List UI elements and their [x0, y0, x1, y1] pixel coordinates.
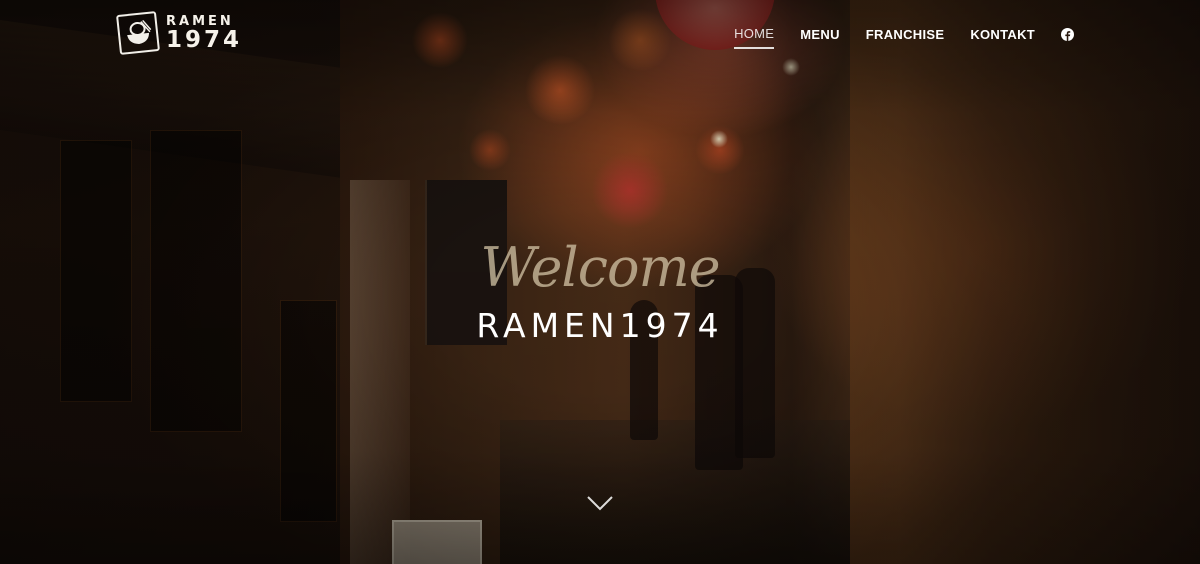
logo-wordmark: RAMEN 1974	[166, 15, 242, 52]
ramen-bowl-icon	[116, 11, 160, 55]
logo-line-year: 1974	[166, 26, 243, 53]
nav-item-kontakt[interactable]: KONTAKT	[970, 27, 1035, 48]
nav-item-home[interactable]: HOME	[734, 26, 775, 49]
facebook-icon[interactable]	[1061, 28, 1074, 41]
hero-welcome-script: Welcome	[480, 236, 720, 299]
nav-item-menu[interactable]: MENU	[800, 27, 839, 48]
chevron-down-icon[interactable]	[586, 492, 614, 514]
nav-item-franchise[interactable]: FRANCHISE	[866, 27, 945, 48]
logo-line-ramen: RAMEN	[166, 13, 234, 29]
hero-title: RAMEN1974	[476, 306, 724, 345]
main-navigation: HOME MENU FRANCHISE KONTAKT	[734, 26, 1074, 49]
site-logo[interactable]: RAMEN 1974	[116, 11, 258, 55]
